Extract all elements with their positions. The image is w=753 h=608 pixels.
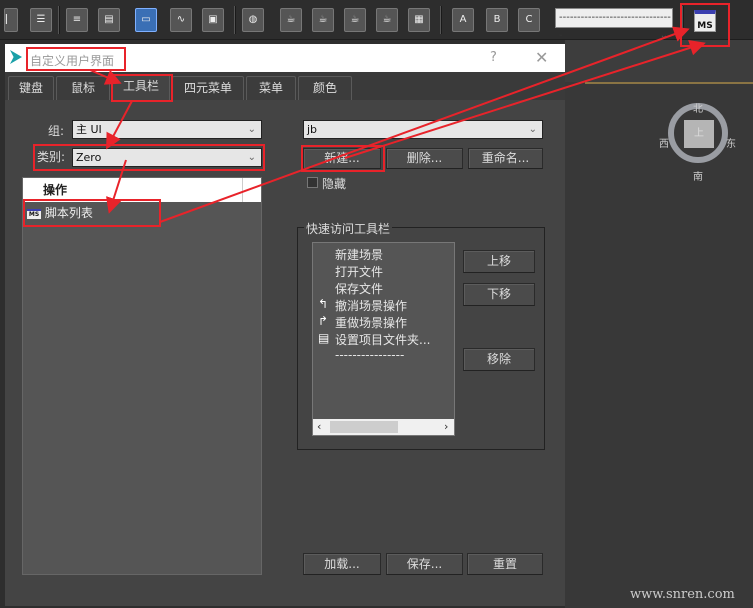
- highlight-box: [23, 199, 161, 227]
- annotation-arrow: [106, 100, 133, 150]
- highlight-box: [111, 74, 173, 102]
- highlight-box: [33, 144, 265, 171]
- annotation-arrow: [106, 159, 127, 214]
- annotation-arrow: [344, 40, 706, 159]
- highlight-box: [26, 47, 126, 71]
- highlight-box: [680, 3, 730, 47]
- annotation-arrow: [159, 26, 690, 223]
- annotation-overlay: [23, 3, 730, 227]
